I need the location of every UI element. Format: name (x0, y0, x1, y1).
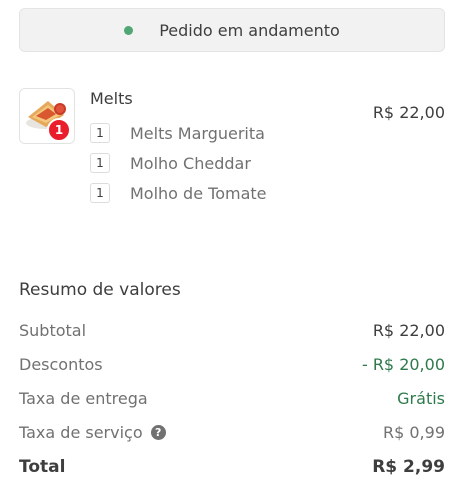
order-status-banner: Pedido em andamento (19, 8, 445, 52)
subitem-label: Molho de Tomate (130, 183, 267, 203)
subtotal-label: Subtotal (19, 320, 87, 340)
total-row: Total R$ 2,99 (19, 456, 445, 478)
total-value: R$ 2,99 (372, 457, 445, 477)
discount-value: - R$ 20,00 (361, 354, 445, 374)
subitem-row: 1 Molho de Tomate (90, 182, 267, 204)
order-status-text: Pedido em andamento (159, 20, 340, 40)
subitem-qty: 1 (90, 123, 110, 143)
subtotal-value: R$ 22,00 (372, 320, 445, 340)
subitem-label: Melts Marguerita (130, 123, 265, 143)
summary-title: Resumo de valores (19, 280, 181, 300)
help-icon[interactable]: ? (150, 424, 166, 440)
delivery-fee-label: Taxa de entrega (19, 388, 148, 408)
total-label: Total (19, 457, 66, 477)
subitem-row: 1 Melts Marguerita (90, 122, 265, 144)
service-fee-value: R$ 0,99 (382, 422, 445, 442)
subitem-qty: 1 (90, 183, 110, 203)
subitem-qty: 1 (90, 153, 110, 173)
service-fee-label: Taxa de serviço (19, 422, 143, 442)
delivery-fee-row: Taxa de entrega Grátis (19, 387, 445, 409)
discount-label: Descontos (19, 354, 103, 374)
service-fee-row: Taxa de serviço ? R$ 0,99 (19, 421, 445, 443)
item-price: R$ 22,00 (372, 103, 445, 122)
status-dot-icon (124, 25, 134, 35)
item-name: Melts (90, 89, 133, 108)
delivery-fee-value: Grátis (397, 388, 445, 408)
subitem-label: Molho Cheddar (130, 153, 251, 173)
subitem-row: 1 Molho Cheddar (90, 152, 251, 174)
discount-row: Descontos - R$ 20,00 (19, 353, 445, 375)
subtotal-row: Subtotal R$ 22,00 (19, 319, 445, 341)
item-quantity-badge: 1 (47, 118, 71, 142)
